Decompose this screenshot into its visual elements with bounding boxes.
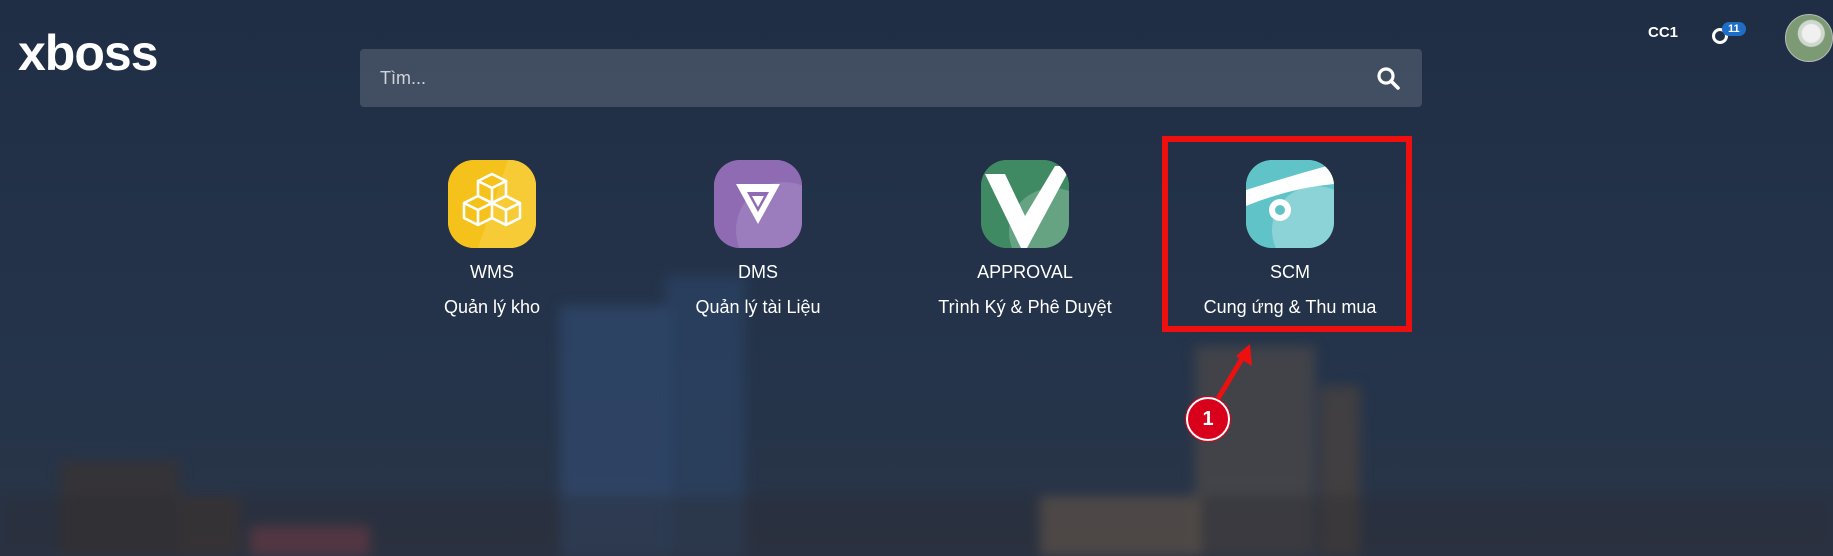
app-name: DMS [738,262,778,282]
app-name: APPROVAL [977,262,1073,282]
user-avatar[interactable] [1785,14,1833,62]
highlight-box [1162,136,1412,332]
search-input[interactable] [360,49,1360,107]
search-bar [360,49,1422,107]
app-description: Quản lý tài Liệu [695,297,821,317]
app-description: Trình Ký & Phê Duyệt [938,297,1112,317]
wms-boxes-icon [448,160,536,248]
app-wms[interactable]: WMS Quản lý kho [372,160,612,318]
app-description: Quản lý kho [443,297,541,317]
activity-menu[interactable]: 11 [1706,20,1746,50]
dms-triangle-icon [714,160,802,248]
app-name: WMS [470,262,514,282]
app-approval[interactable]: APPROVAL Trình Ký & Phê Duyệt [905,160,1145,318]
activity-count-badge: 11 [1722,22,1746,36]
search-icon[interactable] [1376,66,1400,90]
company-switcher[interactable]: CC1 [1648,24,1678,41]
step-marker: 1 [1186,397,1230,441]
app-dms[interactable]: DMS Quản lý tài Liệu [638,160,878,318]
xboss-logo[interactable]: xboss [18,28,159,78]
approval-check-icon [981,160,1069,248]
